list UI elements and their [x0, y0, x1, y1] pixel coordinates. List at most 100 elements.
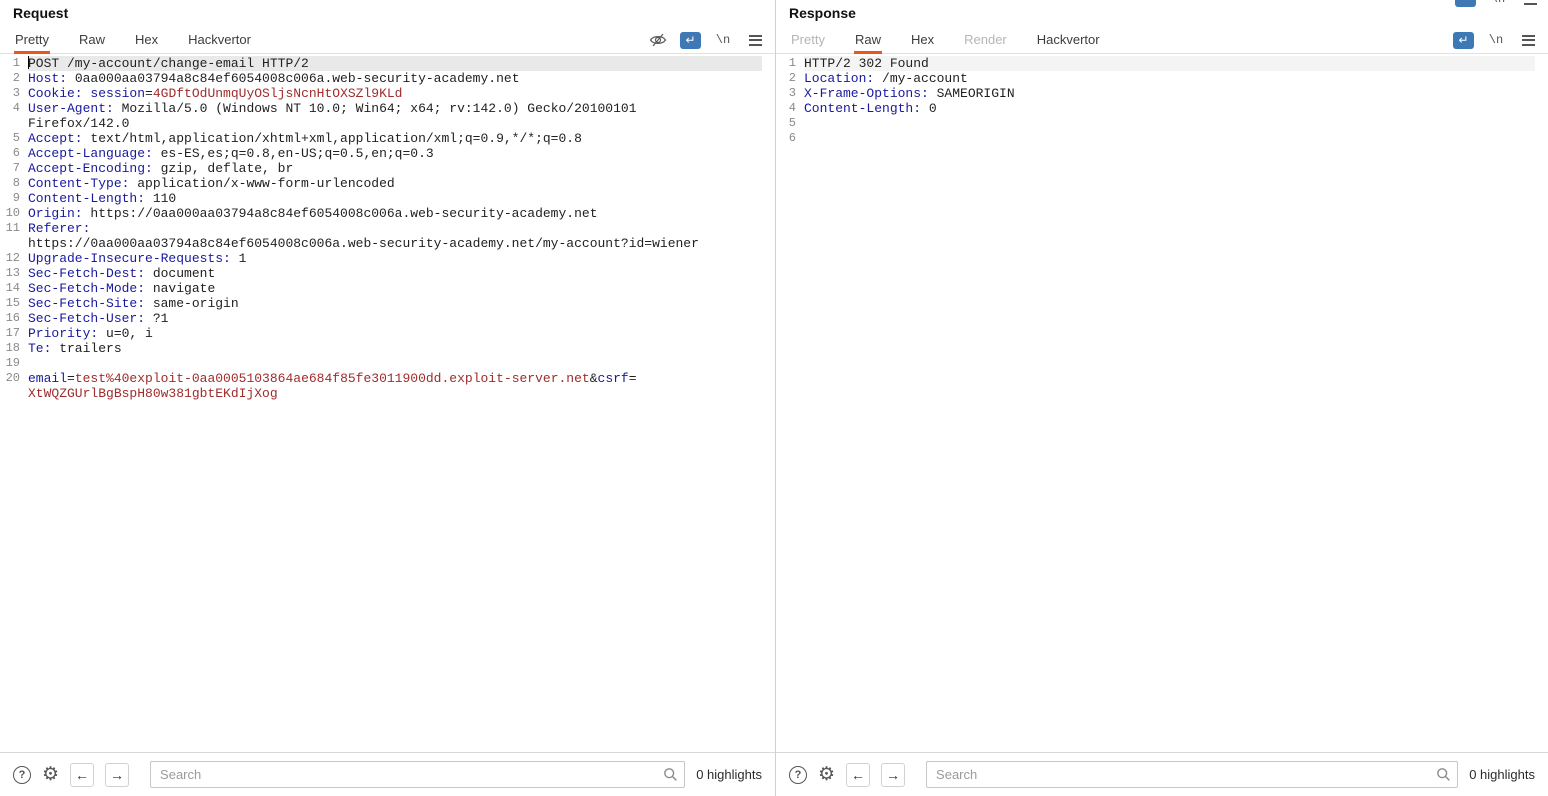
tab-pretty[interactable]: Pretty [14, 32, 50, 54]
previous-match-button[interactable]: ← [846, 762, 871, 787]
search-box [926, 761, 1459, 788]
search-box [150, 761, 686, 788]
response-footer: ? ⚙ ← → 0 highlights [776, 752, 1548, 796]
line-content: Cookie: session=4GDftOdUnmqUyOSljsNcnHtO… [28, 86, 403, 101]
tab-pretty: Pretty [791, 32, 825, 47]
help-icon[interactable]: ? [13, 765, 31, 784]
line-content: Sec-Fetch-Site: same-origin [28, 296, 239, 311]
line-number: 15 [5, 296, 20, 310]
response-editor-toolbar: ↵ \n [1453, 30, 1538, 50]
editor-line: 5 Accept: text/html,application/xhtml+xml… [0, 131, 775, 146]
line-number: 5 [12, 131, 20, 145]
word-wrap-icon[interactable]: ↵ [680, 31, 701, 49]
newline-icon[interactable]: \n [713, 31, 733, 49]
editor-line: 2 Location: /my-account [776, 71, 1548, 86]
editor-line: 12 Upgrade-Insecure-Requests: 1 [0, 251, 775, 266]
line-content: POST /my-account/change-email HTTP/2 [28, 56, 762, 71]
line-content: Referer: https://0aa000aa03794a8c84ef6054… [28, 221, 699, 251]
line-number: 3 [12, 86, 20, 100]
editor-line: 7 Accept-Encoding: gzip, deflate, br [0, 161, 775, 176]
editor-line: 9 Content-Length: 110 [0, 191, 775, 206]
editor-line: 14 Sec-Fetch-Mode: navigate [0, 281, 775, 296]
line-content: Accept-Encoding: gzip, deflate, br [28, 161, 294, 176]
line-number: 20 [5, 371, 20, 385]
editor-line: 3 X-Frame-Options: SAMEORIGIN [776, 86, 1548, 101]
editor-line: 5 [776, 116, 1548, 131]
wrap-glyph: ↵ [685, 33, 696, 47]
line-number: 4 [788, 101, 796, 115]
line-content: HTTP/2 302 Found [804, 56, 1535, 71]
line-content: Upgrade-Insecure-Requests: 1 [28, 251, 247, 266]
line-number: 18 [5, 341, 20, 355]
tab-raw[interactable]: Raw [78, 32, 106, 54]
wrap-glyph: ↵ [1458, 33, 1469, 47]
line-number: 10 [5, 206, 20, 220]
line-content: Content-Length: 110 [28, 191, 177, 206]
menu-icon[interactable] [745, 31, 765, 49]
line-content [804, 131, 1535, 146]
line-number: 1 [788, 56, 796, 70]
request-editor[interactable]: 1 POST /my-account/change-email HTTP/2 2 Ho… [0, 55, 775, 751]
line-number: 6 [12, 146, 20, 160]
line-number: 3 [788, 86, 796, 100]
tab-hex[interactable]: Hex [134, 32, 159, 54]
line-content [804, 116, 1535, 131]
request-panel-title: Request [13, 5, 69, 21]
highlights-count: 0 highlights [1469, 767, 1535, 782]
line-content: User-Agent: Mozilla/5.0 (Windows NT 10.0… [28, 101, 637, 131]
line-number: 1 [12, 56, 20, 70]
line-number: 12 [5, 251, 20, 265]
newline-icon[interactable]: \n [1486, 31, 1506, 49]
menu-icon [1520, 0, 1540, 8]
editor-line: 4 User-Agent: Mozilla/5.0 (Windows NT 10.… [0, 101, 775, 131]
request-tabs: Pretty Raw Hex Hackvertor [0, 27, 645, 54]
help-icon[interactable]: ? [789, 765, 807, 784]
word-wrap-icon [1455, 0, 1476, 7]
line-number: 19 [5, 356, 20, 370]
line-number: 11 [5, 221, 20, 235]
tab-raw[interactable]: Raw [853, 32, 882, 54]
line-content: X-Frame-Options: SAMEORIGIN [804, 86, 1015, 101]
editor-line: 16 Sec-Fetch-User: ?1 [0, 311, 775, 326]
line-number: 14 [5, 281, 20, 295]
line-content [28, 356, 762, 371]
line-content: email=test%40exploit-0aa0005103864ae684f… [28, 371, 637, 401]
request-footer: ? ⚙ ← → 0 highlights [0, 752, 775, 796]
visibility-off-icon[interactable] [648, 31, 668, 49]
line-content: Sec-Fetch-User: ?1 [28, 311, 169, 326]
word-wrap-icon[interactable]: ↵ [1453, 31, 1474, 49]
editor-line: 3 Cookie: session=4GDftOdUnmqUyOSljsNcnHt… [0, 86, 775, 101]
line-content: Sec-Fetch-Mode: navigate [28, 281, 216, 296]
newline-icon: \n [1488, 0, 1508, 8]
settings-gear-icon[interactable]: ⚙ [818, 765, 835, 784]
clipped-toolbar-fragment: \n [1455, 0, 1540, 8]
line-number: 16 [5, 311, 20, 325]
next-match-button[interactable]: → [881, 762, 906, 787]
next-match-button[interactable]: → [105, 762, 130, 787]
search-input[interactable] [926, 761, 1459, 788]
editor-line: 17 Priority: u=0, i [0, 326, 775, 341]
tab-render: Render [964, 32, 1007, 47]
editor-line: 13 Sec-Fetch-Dest: document [0, 266, 775, 281]
highlights-count: 0 highlights [696, 767, 762, 782]
editor-line: 10 Origin: https://0aa000aa03794a8c84ef60… [0, 206, 775, 221]
response-editor[interactable]: 1 HTTP/2 302 Found 2 Location: /my-account 3… [776, 55, 1548, 751]
editor-line: 19 [0, 356, 775, 371]
settings-gear-icon[interactable]: ⚙ [42, 765, 59, 784]
tab-hackvertor[interactable]: Hackvertor [187, 32, 252, 54]
line-content: Content-Length: 0 [804, 101, 937, 116]
search-icon [663, 767, 678, 787]
response-panel: Response Pretty Raw Hex Render Hackvertor \n… [776, 0, 1548, 796]
menu-icon[interactable] [1518, 31, 1538, 49]
search-input[interactable] [150, 761, 686, 788]
previous-match-button[interactable]: ← [70, 762, 95, 787]
editor-line: 1 POST /my-account/change-email HTTP/2 [0, 56, 775, 71]
repeater-window: Request Pretty Raw Hex Hackvertor ↵ \n 1 POS… [0, 0, 1548, 796]
tab-hackvertor[interactable]: Hackvertor [1036, 32, 1101, 54]
line-number: 5 [788, 116, 796, 130]
editor-line: 15 Sec-Fetch-Site: same-origin [0, 296, 775, 311]
search-icon [1436, 767, 1451, 787]
tab-hex[interactable]: Hex [910, 32, 935, 54]
line-number: 6 [788, 131, 796, 145]
line-number: 2 [12, 71, 20, 85]
